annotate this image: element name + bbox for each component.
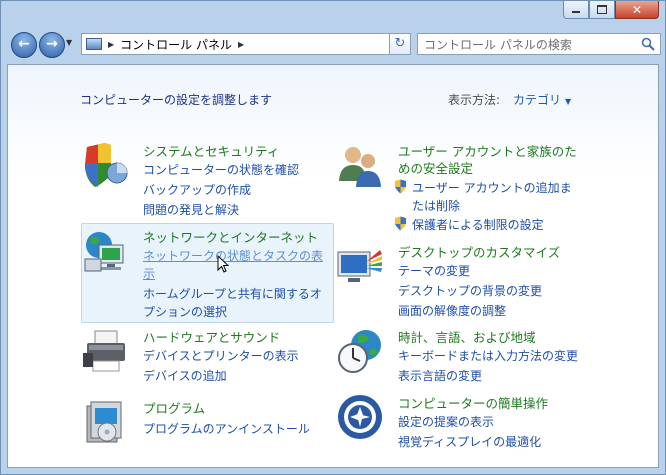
link-change-display-language[interactable]: 表示言語の変更 bbox=[398, 367, 482, 384]
maximize-icon bbox=[597, 5, 607, 14]
link-troubleshoot[interactable]: 問題の発見と解決 bbox=[143, 201, 239, 218]
breadcrumb-chevron-icon[interactable]: ▶ bbox=[108, 40, 114, 49]
link-add-device[interactable]: デバイスの追加 bbox=[143, 367, 227, 384]
back-button[interactable]: ← bbox=[11, 32, 37, 58]
uac-shield-icon bbox=[395, 216, 406, 231]
link-change-background[interactable]: デスクトップの背景の変更 bbox=[398, 282, 542, 299]
breadcrumb-control-panel[interactable]: コントロール パネル bbox=[120, 36, 232, 53]
category-title[interactable]: プログラム bbox=[143, 398, 205, 417]
category-title[interactable]: ネットワークとインターネット bbox=[143, 227, 318, 246]
security-shield-icon[interactable] bbox=[81, 141, 129, 189]
close-button[interactable]: ✕ bbox=[615, 1, 659, 19]
category-title[interactable]: システムとセキュリティ bbox=[143, 141, 279, 160]
category-title[interactable]: ハードウェアとサウンド bbox=[143, 327, 280, 346]
desktop-personalize-icon[interactable] bbox=[336, 242, 384, 290]
refresh-button[interactable]: ↻ bbox=[389, 33, 411, 55]
link-change-theme[interactable]: テーマの変更 bbox=[398, 262, 470, 279]
content-pane: コンピューターの設定を調整します 表示方法: カテゴリ ▼ システムとセキュリティ… bbox=[7, 64, 659, 468]
mouse-cursor-icon bbox=[217, 255, 229, 273]
search-input[interactable]: コントロール パネルの検索 bbox=[417, 33, 661, 55]
link-network-status[interactable]: ネットワークの状態とタスクの表 bbox=[143, 247, 323, 264]
back-arrow-icon: ← bbox=[18, 36, 30, 52]
navigation-bar: ← → ▼ ▶ コントロール パネル ▶ ▼ ↻ コントロール パネルの検索 bbox=[7, 29, 661, 59]
category-title[interactable]: デスクトップのカスタマイズ bbox=[398, 242, 560, 261]
link-uninstall-program[interactable]: プログラムのアンインストール bbox=[143, 420, 310, 437]
network-globe-icon[interactable] bbox=[81, 227, 129, 275]
programs-box-icon[interactable] bbox=[81, 398, 129, 446]
page-title: コンピューターの設定を調整します bbox=[80, 93, 273, 107]
maximize-button[interactable] bbox=[589, 1, 615, 19]
ease-of-access-icon[interactable] bbox=[336, 393, 384, 441]
users-icon[interactable] bbox=[336, 141, 384, 189]
link-create-backup[interactable]: バックアップの作成 bbox=[143, 181, 251, 198]
breadcrumb-chevron-icon[interactable]: ▶ bbox=[238, 40, 244, 49]
view-by-dropdown[interactable]: カテゴリ ▼ bbox=[513, 91, 571, 108]
link-devices-printers[interactable]: デバイスとプリンターの表示 bbox=[143, 347, 299, 364]
view-by-value: カテゴリ bbox=[513, 93, 562, 107]
refresh-icon: ↻ bbox=[394, 36, 406, 51]
search-icon[interactable] bbox=[641, 37, 655, 51]
uac-shield-icon bbox=[395, 179, 406, 194]
category-title[interactable]: 時計、言語、および地域 bbox=[398, 327, 536, 346]
minimize-icon bbox=[572, 11, 580, 13]
chevron-down-icon: ▼ bbox=[565, 97, 572, 106]
link-homegroup-wrap[interactable]: プションの選択 bbox=[143, 303, 227, 320]
link-recommended-settings[interactable]: 設定の提案の表示 bbox=[398, 413, 494, 430]
link-add-remove-accounts[interactable]: ユーザー アカウントの追加ま bbox=[412, 179, 572, 196]
link-add-remove-accounts-wrap[interactable]: たは削除 bbox=[412, 197, 460, 214]
forward-button[interactable]: → bbox=[39, 32, 65, 58]
printer-icon[interactable] bbox=[81, 327, 129, 375]
clock-globe-icon[interactable] bbox=[336, 327, 384, 375]
control-panel-icon bbox=[86, 38, 102, 50]
forward-arrow-icon: → bbox=[46, 36, 58, 52]
link-parental-controls[interactable]: 保護者による制限の設定 bbox=[412, 216, 544, 233]
recent-pages-dropdown[interactable]: ▼ bbox=[66, 38, 72, 47]
search-placeholder: コントロール パネルの検索 bbox=[424, 37, 572, 52]
close-icon: ✕ bbox=[631, 2, 643, 17]
control-panel-window: ✕ ← → ▼ ▶ コントロール パネル ▶ ▼ ↻ コントロール パネルの検索… bbox=[0, 0, 666, 475]
category-title[interactable]: コンピューターの簡単操作 bbox=[398, 393, 548, 412]
link-screen-resolution[interactable]: 画面の解像度の調整 bbox=[398, 302, 506, 319]
view-by-label: 表示方法: bbox=[448, 93, 501, 107]
caption-buttons: ✕ bbox=[563, 1, 659, 21]
link-homegroup[interactable]: ホームグループと共有に関するオ bbox=[143, 285, 322, 302]
address-bar[interactable]: ▶ コントロール パネル ▶ ▼ bbox=[81, 33, 411, 55]
category-title-wrap[interactable]: めの安全設定 bbox=[398, 158, 473, 177]
minimize-button[interactable] bbox=[563, 1, 589, 19]
link-optimize-visual-display[interactable]: 視覚ディスプレイの最適化 bbox=[398, 433, 541, 450]
link-change-keyboard[interactable]: キーボードまたは入力方法の変更 bbox=[398, 347, 578, 364]
link-network-status-wrap[interactable]: 示 bbox=[143, 265, 155, 282]
link-check-status[interactable]: コンピューターの状態を確認 bbox=[143, 161, 299, 178]
